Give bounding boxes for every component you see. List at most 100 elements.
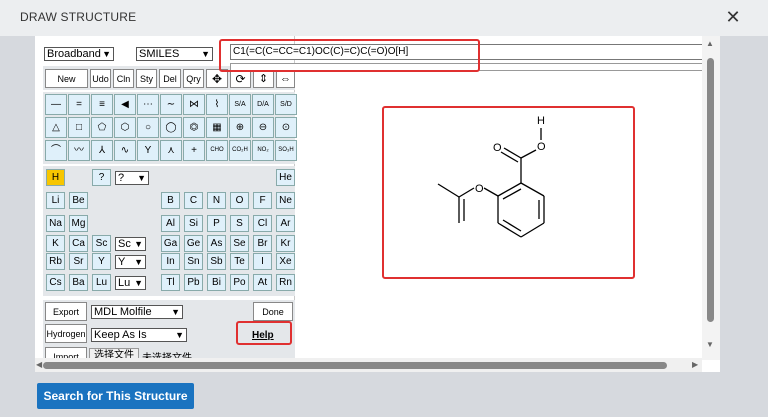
horizontal-scrollbar[interactable]: ◀ ▶ [35,358,702,372]
chain-icon[interactable]: ⌇ [206,94,228,115]
element-h[interactable]: H [46,169,65,186]
element-te[interactable]: Te [230,253,249,270]
triangle-ring-icon[interactable]: △ [45,117,67,138]
element-c[interactable]: C [184,192,203,209]
element-be[interactable]: Be [69,192,88,209]
element-si[interactable]: Si [184,215,203,232]
delete-button[interactable]: Del [159,69,181,88]
element-sb[interactable]: Sb [207,253,226,270]
element-xe[interactable]: Xe [276,253,295,270]
double-bond-icon[interactable]: = [68,94,90,115]
query-button[interactable]: Qry [183,69,204,88]
element-tl[interactable]: Tl [161,274,180,291]
element-p[interactable]: P [207,215,226,232]
element-n[interactable]: N [207,192,226,209]
element-lu[interactable]: Lu [92,274,111,291]
clean-button[interactable]: Cln [113,69,134,88]
export-button[interactable]: Export [45,302,87,321]
element-ar[interactable]: Ar [276,215,295,232]
crossed-bond-icon[interactable]: ⋈ [183,94,205,115]
element-picker-1[interactable]: ? ▼ [115,171,149,185]
scroll-up-icon[interactable]: ▲ [706,39,714,48]
fork-icon[interactable]: Y [137,140,159,161]
element-ga[interactable]: Ga [161,235,180,252]
scroll-right-icon[interactable]: ▶ [692,360,698,369]
vertical-scrollbar[interactable]: ▲ ▼ [702,36,720,360]
cross-icon[interactable]: + [183,140,205,161]
sulfonic-tool[interactable]: SO₃H [275,140,297,161]
element-pb[interactable]: Pb [184,274,203,291]
branch-chain-icon[interactable]: ⋏ [160,140,182,161]
element-any[interactable]: ? [92,169,111,186]
scroll-down-icon[interactable]: ▼ [706,340,714,349]
positive-charge-icon[interactable]: ⊕ [229,117,251,138]
negative-charge-icon[interactable]: ⊖ [252,117,274,138]
element-b[interactable]: B [161,192,180,209]
single-aromatic-tool[interactable]: S/A [229,94,251,115]
chain-up-icon[interactable]: ⌒ [45,140,67,161]
notation-select[interactable]: SMILES ▼ [136,47,213,61]
element-mg[interactable]: Mg [69,215,88,232]
element-s[interactable]: S [230,215,249,232]
element-sc[interactable]: Sc [92,235,111,252]
element-f[interactable]: F [253,192,272,209]
single-double-tool[interactable]: S/D [275,94,297,115]
wedge-bond-icon[interactable]: ◀ [114,94,136,115]
hydrogen-mode-select[interactable]: Keep As Is ▼ [91,328,187,342]
close-icon[interactable]: ✕ [724,7,742,27]
triple-bond-icon[interactable]: ≡ [91,94,113,115]
element-rb[interactable]: Rb [46,253,65,270]
square-ring-icon[interactable]: □ [68,117,90,138]
element-cs[interactable]: Cs [46,274,65,291]
aldehyde-tool[interactable]: CHO [206,140,228,161]
hydrogen-button[interactable]: Hydrogen [45,324,87,343]
scroll-left-icon[interactable]: ◀ [36,360,42,369]
benzene-ring-icon[interactable]: ⏣ [183,117,205,138]
wavy-bond-icon[interactable]: ∼ [160,94,182,115]
hexagon-ring-icon[interactable]: ⬡ [114,117,136,138]
element-ne[interactable]: Ne [276,192,295,209]
carboxyl-tool[interactable]: CO₂H [229,140,251,161]
element-sn[interactable]: Sn [184,253,203,270]
zigzag-chain-icon[interactable]: ∿ [114,140,136,161]
search-structure-button[interactable]: Search for This Structure [37,383,194,409]
single-bond-icon[interactable]: — [45,94,67,115]
element-at[interactable]: At [253,274,272,291]
element-k[interactable]: K [46,235,65,252]
element-li[interactable]: Li [46,192,65,209]
grid-icon[interactable]: ▦ [206,117,228,138]
element-se[interactable]: Se [230,235,249,252]
element-i[interactable]: I [253,253,272,270]
format-select[interactable]: Broadband ▼ [44,47,114,61]
done-button[interactable]: Done [253,302,293,321]
radical-icon[interactable]: ⊙ [275,117,297,138]
vertical-scroll-thumb[interactable] [707,58,714,322]
branch-y-icon[interactable]: ⅄ [91,140,113,161]
element-ge[interactable]: Ge [184,235,203,252]
hash-bond-icon[interactable]: ⋯ [137,94,159,115]
element-in[interactable]: In [161,253,180,270]
element-al[interactable]: Al [161,215,180,232]
element-he[interactable]: He [276,169,295,186]
element-y[interactable]: Y [92,253,111,270]
undo-button[interactable]: Udo [90,69,111,88]
style-button[interactable]: Sty [136,69,157,88]
nitro-tool[interactable]: NO₂ [252,140,274,161]
element-kr[interactable]: Kr [276,235,295,252]
double-aromatic-tool[interactable]: D/A [252,94,274,115]
element-na[interactable]: Na [46,215,65,232]
element-po[interactable]: Po [230,274,249,291]
element-picker-6[interactable]: Lu ▼ [115,276,146,290]
element-picker-5[interactable]: Y ▼ [115,255,146,269]
octagon-ring-icon[interactable]: ◯ [160,117,182,138]
heptagon-ring-icon[interactable]: ○ [137,117,159,138]
horizontal-scroll-thumb[interactable] [43,362,667,369]
element-picker-4[interactable]: Sc ▼ [115,237,146,251]
export-format-select[interactable]: MDL Molfile ▼ [91,305,183,319]
element-sr[interactable]: Sr [69,253,88,270]
element-o[interactable]: O [230,192,249,209]
chain-zigzag-icon[interactable]: 〰 [68,140,90,161]
pentagon-ring-icon[interactable]: ⬠ [91,117,113,138]
element-as[interactable]: As [207,235,226,252]
new-button[interactable]: New [45,69,88,88]
